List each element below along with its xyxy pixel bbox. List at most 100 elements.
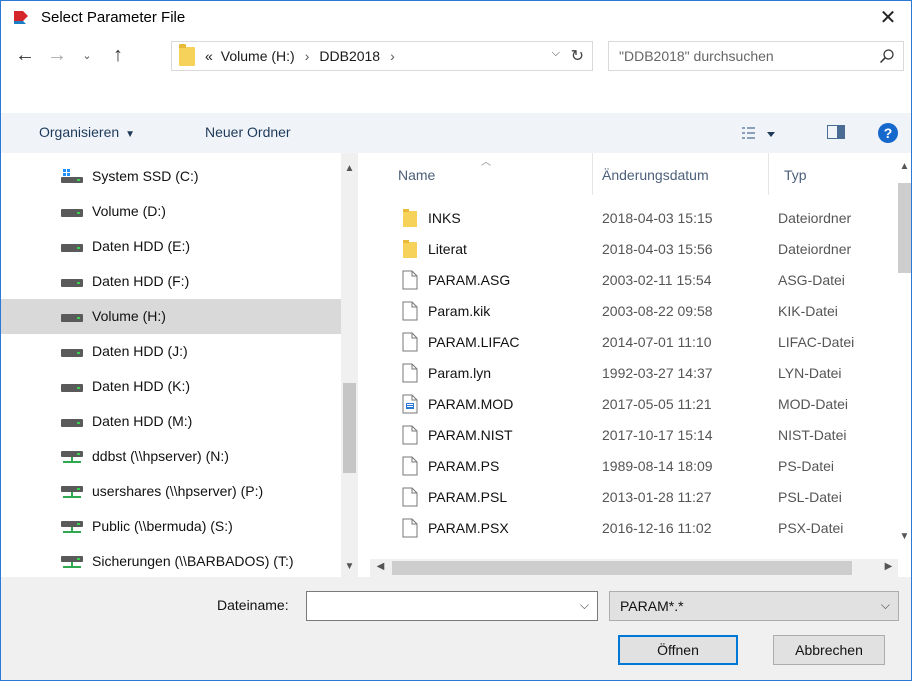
file-dialog: Select Parameter File ✕ ← → ⌄ ↑ « Volume… — [0, 0, 912, 681]
details-view-icon — [742, 127, 755, 139]
file-row[interactable]: Param.kik 2003-08-22 09:58 KIK-Datei — [370, 296, 900, 327]
file-icon — [402, 425, 418, 445]
close-icon: ✕ — [879, 6, 897, 29]
address-bar[interactable]: « Volume (H:) › DDB2018 › ⌵ ↻ — [171, 41, 593, 71]
help-button[interactable]: ? — [878, 123, 898, 143]
file-row[interactable]: PARAM.PSX 2016-12-16 11:02 PSX-Datei — [370, 513, 900, 544]
filename-dropdown-button[interactable]: ⌵ — [580, 598, 589, 613]
chevron-down-icon: ⌵ — [579, 598, 589, 612]
scroll-down-icon[interactable]: ▼ — [341, 561, 358, 572]
file-row[interactable]: Param.lyn 1992-03-27 14:37 LYN-Datei — [370, 358, 900, 389]
nav-item-drive[interactable]: ddbst (\\hpserver) (N:) — [1, 439, 341, 474]
arrow-right-icon: → — [47, 43, 67, 66]
view-options-button[interactable] — [741, 125, 781, 143]
nav-item-drive[interactable]: Daten HDD (M:) — [1, 404, 341, 439]
column-divider[interactable] — [768, 153, 769, 195]
search-box — [608, 41, 904, 71]
file-row[interactable]: PARAM.MOD 2017-05-05 11:21 MOD-Datei — [370, 389, 900, 420]
file-type: KIK-Datei — [778, 303, 838, 319]
file-row[interactable]: INKS 2018-04-03 15:15 Dateiordner — [370, 203, 900, 234]
close-button[interactable]: ✕ — [865, 1, 911, 33]
file-modified-date: 2014-07-01 11:10 — [602, 334, 712, 350]
navigation-pane: System SSD (C:) Volume (D:) Daten HDD (E:)… — [1, 153, 358, 577]
column-header-date[interactable]: Änderungsdatum — [602, 167, 709, 183]
chevron-down-icon: ⌵ — [880, 598, 890, 612]
forward-button[interactable]: → — [45, 43, 69, 67]
nav-item-drive[interactable]: Volume (D:) — [1, 194, 341, 229]
scrollbar-thumb[interactable] — [898, 183, 911, 273]
search-icon[interactable] — [879, 48, 895, 64]
filename-input[interactable] — [307, 592, 567, 620]
breadcrumb-separator[interactable]: › — [295, 48, 320, 64]
scroll-up-icon[interactable]: ▲ — [896, 161, 911, 172]
file-row[interactable]: PARAM.PS 1989-08-14 18:09 PS-Datei — [370, 451, 900, 482]
file-list-vertical-scrollbar[interactable]: ▲ ▼ — [898, 153, 911, 559]
scroll-down-icon[interactable]: ▼ — [896, 531, 911, 542]
nav-item-drive[interactable]: Daten HDD (J:) — [1, 334, 341, 369]
column-header-type[interactable]: Typ — [784, 167, 807, 183]
navigation-scrollbar[interactable]: ▲ ▼ — [341, 153, 358, 577]
new-folder-button[interactable]: Neuer Ordner — [205, 124, 291, 140]
nav-item-drive[interactable]: Sicherungen (\\BARBADOS) (T:) — [1, 544, 341, 577]
refresh-button[interactable]: ↻ — [571, 46, 584, 66]
navigation-row: ← → ⌄ ↑ « Volume (H:) › DDB2018 › ⌵ ↻ — [1, 33, 911, 79]
network-drive-icon — [61, 451, 83, 463]
breadcrumb-item-ddb2018[interactable]: DDB2018 — [319, 48, 380, 64]
filename-combobox: ⌵ — [306, 591, 598, 621]
file-modified-date: 2003-08-22 09:58 — [602, 303, 713, 319]
nav-item-drive[interactable]: usershares (\\hpserver) (P:) — [1, 474, 341, 509]
file-type-filter-select[interactable]: PARAM*.* ⌵ — [609, 591, 899, 621]
arrow-up-icon: ↑ — [113, 43, 123, 66]
scroll-left-icon[interactable]: ◀ — [372, 561, 389, 572]
nav-item-drive[interactable]: Volume (H:) — [1, 299, 341, 334]
file-icon — [402, 363, 418, 383]
file-type: PS-Datei — [778, 458, 835, 474]
file-name: PARAM.PSX — [428, 520, 509, 536]
network-drive-icon — [61, 556, 83, 568]
scrollbar-thumb[interactable] — [343, 383, 356, 473]
file-name: PARAM.NIST — [428, 427, 513, 443]
file-row[interactable]: PARAM.NIST 2017-10-17 15:14 NIST-Datei — [370, 420, 900, 451]
file-type: PSX-Datei — [778, 520, 844, 536]
nav-item-drive[interactable]: Daten HDD (F:) — [1, 264, 341, 299]
breadcrumb-item-volume[interactable]: Volume (H:) — [221, 48, 295, 64]
scroll-up-icon[interactable]: ▲ — [341, 163, 358, 174]
file-row[interactable]: Literat 2018-04-03 15:56 Dateiordner — [370, 234, 900, 265]
back-button[interactable]: ← — [13, 43, 37, 67]
file-row[interactable]: PARAM.ASG 2003-02-11 15:54 ASG-Datei — [370, 265, 900, 296]
file-name: PARAM.LIFAC — [428, 334, 520, 350]
file-row[interactable]: PARAM.PSL 2013-01-28 11:27 PSL-Datei — [370, 482, 900, 513]
search-input[interactable] — [609, 42, 867, 70]
organize-button[interactable]: Organisieren ▼ — [39, 124, 135, 140]
file-name: PARAM.ASG — [428, 272, 511, 288]
drive-icon — [61, 349, 83, 357]
file-name: PARAM.PS — [428, 458, 500, 474]
column-divider[interactable] — [592, 153, 593, 195]
recent-locations-button[interactable]: ⌄ — [77, 43, 97, 67]
drive-icon — [61, 279, 83, 287]
nav-item-drive[interactable]: System SSD (C:) — [1, 159, 341, 194]
column-header-name[interactable]: Name — [398, 167, 435, 183]
cancel-button[interactable]: Abbrechen — [773, 635, 885, 665]
up-button[interactable]: ↑ — [105, 43, 131, 67]
preview-pane-button[interactable] — [827, 125, 845, 139]
breadcrumb-separator[interactable]: › — [380, 48, 405, 64]
file-name: Param.kik — [428, 303, 491, 319]
address-dropdown-button[interactable]: ⌵ — [552, 47, 560, 60]
file-row[interactable]: PARAM.LIFAC 2014-07-01 11:10 LIFAC-Datei — [370, 327, 900, 358]
nav-item-label: System SSD (C:) — [92, 168, 199, 184]
nav-item-drive[interactable]: Daten HDD (K:) — [1, 369, 341, 404]
file-type: NIST-Datei — [778, 427, 847, 443]
scrollbar-thumb[interactable] — [392, 561, 852, 575]
document-icon — [402, 394, 418, 414]
nav-item-drive[interactable]: Public (\\bermuda) (S:) — [1, 509, 341, 544]
breadcrumb-overflow[interactable]: « — [205, 48, 221, 64]
nav-item-drive[interactable]: Daten HDD (E:) — [1, 229, 341, 264]
open-button[interactable]: Öffnen — [618, 635, 738, 665]
file-modified-date: 1992-03-27 14:37 — [602, 365, 713, 381]
file-list-horizontal-scrollbar[interactable]: ◀ ▶ — [370, 559, 898, 577]
file-name: Literat — [428, 241, 467, 257]
scroll-right-icon[interactable]: ▶ — [880, 561, 897, 572]
file-modified-date: 2017-05-05 11:21 — [602, 396, 712, 412]
drive-icon — [61, 419, 83, 427]
